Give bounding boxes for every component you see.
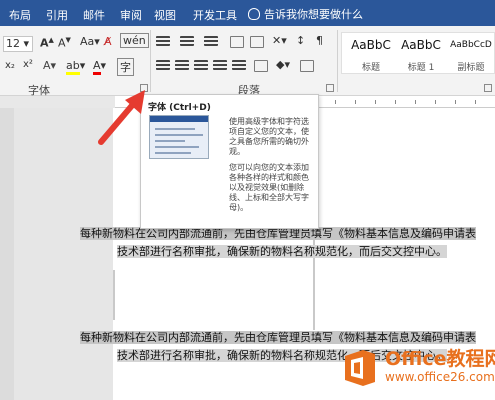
paragraph-dialog-launcher-icon[interactable] [326,84,334,92]
styles-gallery: AaBbC 标题 AaBbC 标题 1 AaBbCcD 副标题 [341,32,495,74]
font-dialog-tooltip: 字体 (Ctrl+D) 使用高级字体和字符选项自定义您的文本，使之具备您所需的确… [140,94,319,229]
sort-icon[interactable]: ↕ [296,34,305,47]
style-name: 标题 [361,63,380,73]
paragraph-1-line-2[interactable]: 技术部进行名称审批，确保新的物料名称规范化，而后交文控中心。 [117,243,447,261]
thumbnail-titlebar [150,116,208,122]
style-title[interactable]: AaBbC 标题 [346,38,396,73]
tab-layout[interactable]: 布局 [9,7,31,23]
font-dialog-thumbnail [149,115,209,159]
decrease-indent-icon[interactable] [230,36,244,48]
thumbnail-line [155,128,195,130]
tab-view[interactable]: 视图 [154,7,176,23]
group-separator [150,30,151,92]
distributed-icon[interactable] [232,60,246,70]
style-heading1[interactable]: AaBbC 标题 1 [396,38,446,73]
left-margin-strip [0,108,14,400]
borders-icon[interactable] [300,60,314,72]
watermark-brand: Office教程网 [385,348,495,370]
ruler-tick [335,100,336,104]
tooltip-title: 字体 (Ctrl+D) [148,103,211,113]
font-color-icon[interactable]: A▾ [93,59,106,75]
text-boundary-line [113,270,115,320]
thumbnail-line [155,146,199,148]
align-right-icon[interactable] [194,60,208,70]
clear-format-icon[interactable]: A̸ [104,35,112,48]
superscript-icon[interactable]: x² [23,59,33,70]
phonetic-icon[interactable]: wén [120,33,149,48]
numbering-icon[interactable] [180,36,194,46]
multilevel-list-icon[interactable] [204,36,218,46]
font-size-value: 12 [6,37,20,50]
office26-watermark: Office教程网 www.office26.com [333,340,495,396]
word-window: 布局 引用 邮件 审阅 视图 开发工具 告诉我你想要做什么 12 ▾ A▲ A▼… [0,0,495,400]
style-preview: AaBbCcD [450,40,492,50]
increase-indent-icon[interactable] [250,36,264,48]
style-name: 标题 1 [407,63,435,73]
show-marks-icon[interactable]: ¶ [316,34,323,47]
line-spacing-icon[interactable] [254,60,268,72]
text-effects-icon[interactable]: A▾ [43,59,56,72]
enclose-char-icon[interactable]: 字 [117,58,134,76]
ribbon-home: 12 ▾ A▲ A▼ Aa▾ A̸ wén x₂ x² A▾ ab▾ A▾ 字 … [0,26,495,97]
ruler-tick [355,100,356,104]
justify-icon[interactable] [213,60,227,70]
grow-font-icon[interactable]: A▲ [40,36,54,50]
styles-launcher-icon[interactable] [484,84,492,92]
tooltip-description-1: 使用高级字体和字符选项自定义您的文本，使之具备您所需的确切外观。 [229,117,309,156]
highlight-icon[interactable]: ab▾ [66,59,85,75]
ruler-tick [415,100,416,104]
tooltip-description-2: 您可以向您的文本添加各种各样的样式和颜色以及视觉效果(如删除线、上标和全部大写字… [229,163,309,212]
font-size-box[interactable]: 12 ▾ [3,36,33,52]
ruler-tick [395,100,396,104]
office-logo-icon [345,350,375,386]
tell-me-box[interactable]: 告诉我你想要做什么 [248,6,363,22]
style-name: 副标题 [457,63,485,73]
bullets-icon[interactable] [156,36,170,46]
tab-references[interactable]: 引用 [46,7,68,23]
style-preview: AaBbC [401,38,441,52]
ruler-tick [455,100,456,104]
ruler-tick [375,100,376,104]
thumbnail-line [155,134,203,136]
tab-developer[interactable]: 开发工具 [193,7,237,23]
shading-icon[interactable]: ◆▾ [276,58,290,71]
change-case-icon[interactable]: Aa▾ [80,35,100,48]
group-separator [337,30,338,92]
lightbulb-icon [248,8,260,20]
tell-me-text: 告诉我你想要做什么 [264,8,363,21]
selected-text: 技术部进行名称审批，确保新的物料名称规范化，而后交文控中心。 [117,245,447,258]
align-left-icon[interactable] [156,60,170,70]
ribbon-tab-bar: 布局 引用 邮件 审阅 视图 开发工具 告诉我你想要做什么 [0,0,495,26]
watermark-url: www.office26.com [385,370,495,384]
subscript-icon[interactable]: x₂ [5,60,15,71]
style-preview: AaBbC [351,38,391,52]
shrink-font-icon[interactable]: A▼ [58,36,71,50]
chinese-layout-icon[interactable]: ✕▾ [272,34,287,47]
tab-review[interactable]: 审阅 [120,7,142,23]
ruler-tick [475,100,476,104]
ruler-tick [435,100,436,104]
style-subtitle[interactable]: AaBbCcD 副标题 [446,38,495,73]
thumbnail-line [155,140,185,142]
red-arrow-icon [98,90,145,145]
thumbnail-line [155,152,191,154]
align-center-icon[interactable] [175,60,189,70]
tab-mailings[interactable]: 邮件 [83,7,105,23]
